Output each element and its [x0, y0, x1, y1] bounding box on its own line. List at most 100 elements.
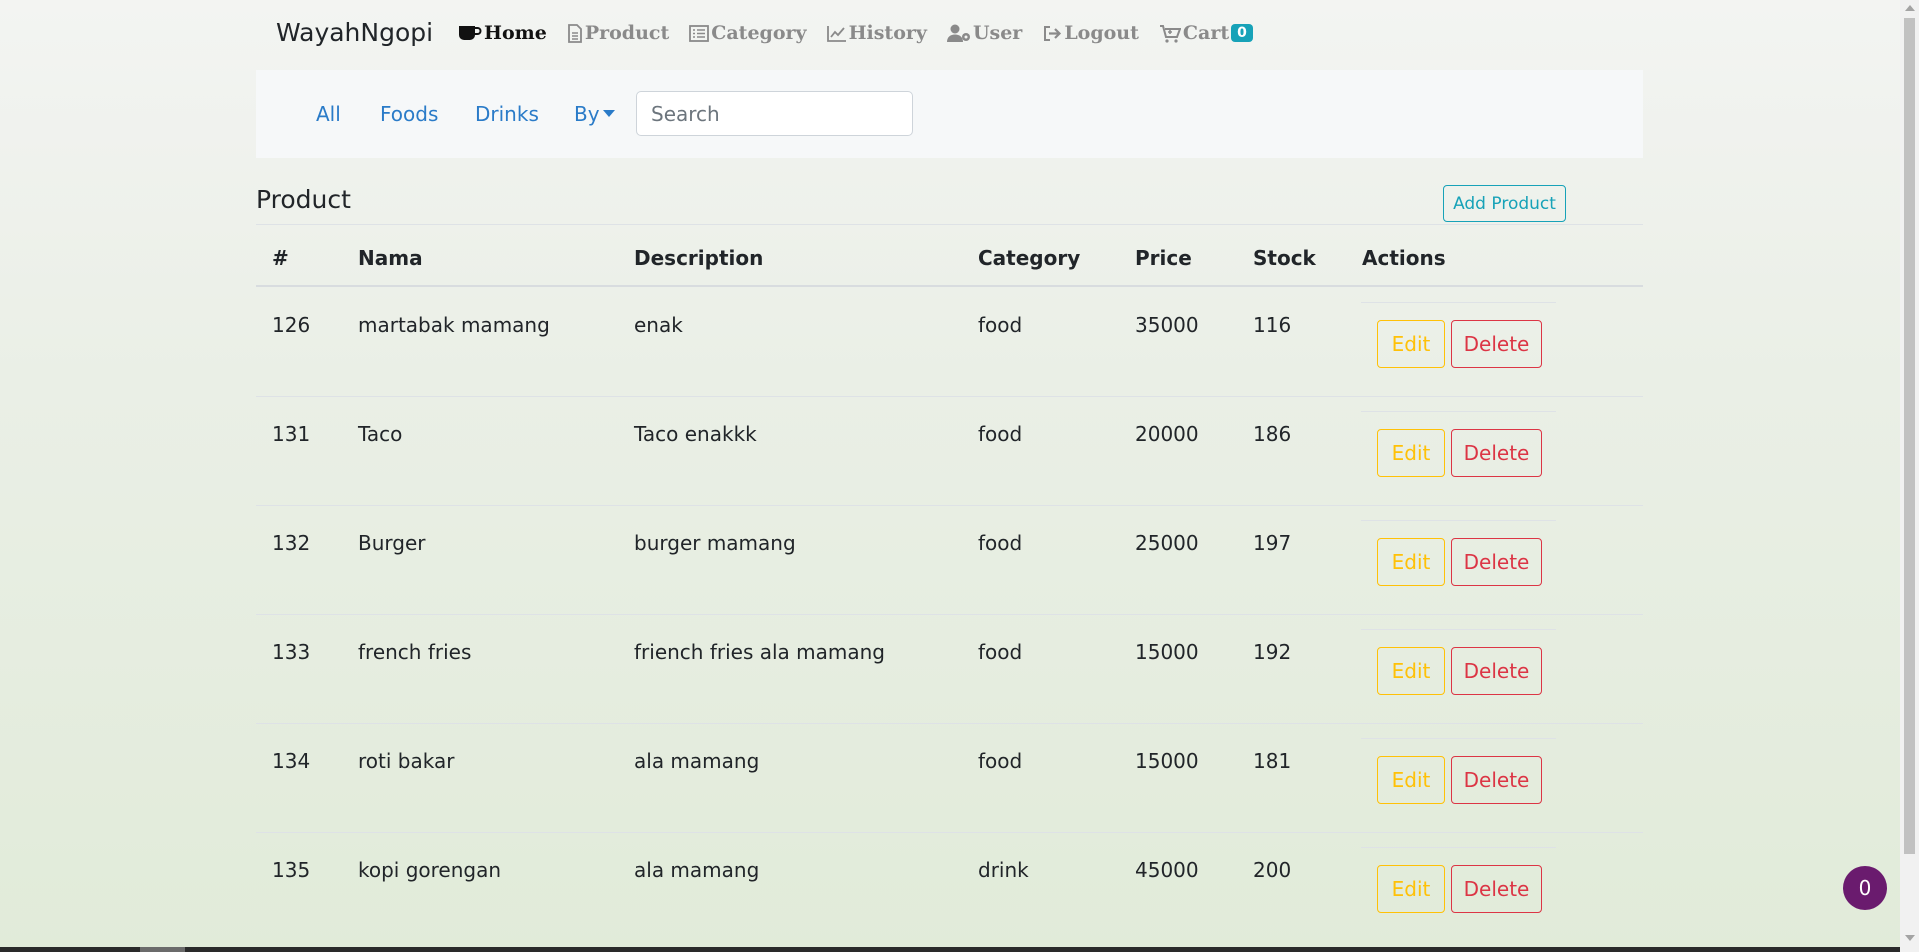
nav-history-label: History — [848, 22, 927, 44]
cell-price: 25000 — [1135, 531, 1199, 555]
delete-button[interactable]: Delete — [1451, 865, 1542, 913]
cell-description: Taco enakkk — [634, 422, 757, 446]
cell-price: 15000 — [1135, 640, 1199, 664]
header-actions: Actions — [1362, 246, 1446, 270]
cell-nama: Taco — [358, 422, 403, 446]
table-row: 131 Taco Taco enakkk food 20000 186 Edit… — [256, 396, 1643, 505]
nav-history[interactable]: History — [826, 22, 927, 44]
delete-button[interactable]: Delete — [1451, 320, 1542, 368]
cell-id: 133 — [272, 640, 311, 664]
delete-button[interactable]: Delete — [1451, 756, 1542, 804]
cell-nama: martabak mamang — [358, 313, 550, 337]
header-stock: Stock — [1253, 246, 1316, 270]
vertical-scrollbar[interactable] — [1900, 0, 1919, 952]
filter-by-dropdown[interactable]: By — [574, 102, 615, 126]
cell-description: friench fries ala mamang — [634, 640, 886, 664]
header-description: Description — [634, 246, 764, 270]
line-chart-icon — [826, 25, 846, 42]
nav-category[interactable]: Category — [689, 22, 807, 44]
horizontal-scrollbar[interactable] — [0, 947, 1900, 952]
cell-nama: roti bakar — [358, 749, 455, 773]
nav-logout-label: Logout — [1064, 22, 1139, 44]
search-input[interactable] — [636, 91, 913, 136]
cell-description: ala mamang — [634, 749, 760, 773]
cell-nama: Burger — [358, 531, 426, 555]
brand-logo[interactable]: WayahNgopi — [276, 18, 433, 47]
scroll-down-arrow-icon[interactable] — [1905, 935, 1915, 941]
header-nama: Nama — [358, 246, 423, 270]
nav-cart-label: Cart — [1182, 22, 1230, 44]
cell-id: 134 — [272, 749, 311, 773]
document-icon — [567, 23, 582, 43]
table-top-border — [256, 224, 1643, 225]
edit-button[interactable]: Edit — [1377, 320, 1445, 368]
delete-button[interactable]: Delete — [1451, 647, 1542, 695]
nav-product-label: Product — [584, 22, 670, 44]
cart-count-badge: 0 — [1231, 24, 1253, 42]
cell-id: 135 — [272, 858, 311, 882]
header-id: # — [272, 246, 289, 270]
cell-stock: 197 — [1253, 531, 1292, 555]
actions-divider — [1361, 738, 1556, 739]
delete-button[interactable]: Delete — [1451, 538, 1542, 586]
nav-user[interactable]: User — [946, 22, 1022, 44]
cell-id: 126 — [272, 313, 311, 337]
table-row: 134 roti bakar ala mamang food 15000 181… — [256, 723, 1643, 832]
nav-home[interactable]: Home — [458, 22, 547, 44]
actions-divider — [1361, 302, 1556, 303]
edit-button[interactable]: Edit — [1377, 429, 1445, 477]
cell-description: ala mamang — [634, 858, 760, 882]
cell-category: drink — [978, 858, 1029, 882]
filter-all[interactable]: All — [316, 102, 341, 126]
filter-bar: All Foods Drinks By — [256, 70, 1643, 158]
nav-logout[interactable]: Logout — [1042, 22, 1139, 44]
horizontal-scrollbar-thumb[interactable] — [140, 947, 185, 952]
cart-icon — [1159, 24, 1181, 43]
filter-drinks[interactable]: Drinks — [475, 102, 539, 126]
caret-down-icon — [602, 110, 615, 117]
cell-id: 131 — [272, 422, 311, 446]
actions-divider — [1361, 520, 1556, 521]
logout-icon — [1044, 25, 1062, 41]
nav-category-label: Category — [711, 22, 807, 44]
scroll-up-arrow-icon[interactable] — [1905, 5, 1915, 11]
cell-category: food — [978, 531, 1023, 555]
filter-by-label: By — [574, 102, 600, 126]
edit-button[interactable]: Edit — [1377, 647, 1445, 695]
user-gear-icon — [946, 24, 970, 42]
cell-price: 35000 — [1135, 313, 1199, 337]
cell-price: 20000 — [1135, 422, 1199, 446]
actions-divider — [1361, 411, 1556, 412]
table-row: 135 kopi gorengan ala mamang drink 45000… — [256, 832, 1643, 941]
nav-home-label: Home — [484, 22, 547, 44]
nav-product[interactable]: Product — [567, 22, 669, 44]
header-category: Category — [978, 246, 1081, 270]
cell-description: enak — [634, 313, 683, 337]
cell-category: food — [978, 422, 1023, 446]
edit-button[interactable]: Edit — [1377, 756, 1445, 804]
cell-category: food — [978, 749, 1023, 773]
cell-stock: 181 — [1253, 749, 1292, 773]
edit-button[interactable]: Edit — [1377, 538, 1445, 586]
delete-button[interactable]: Delete — [1451, 429, 1542, 477]
page-title: Product — [256, 185, 351, 214]
list-icon — [689, 24, 710, 42]
filter-foods[interactable]: Foods — [380, 102, 438, 126]
floating-count-badge[interactable]: 0 — [1843, 866, 1887, 910]
cell-id: 132 — [272, 531, 311, 555]
header-price: Price — [1135, 246, 1192, 270]
add-product-button[interactable]: Add Product — [1443, 185, 1566, 222]
scrollbar-thumb[interactable] — [1904, 18, 1915, 854]
edit-button[interactable]: Edit — [1377, 865, 1445, 913]
cell-stock: 192 — [1253, 640, 1292, 664]
table-row: 126 martabak mamang enak food 35000 116 … — [256, 287, 1643, 396]
cell-nama: kopi gorengan — [358, 858, 502, 882]
table-row: 133 french fries friench fries ala maman… — [256, 614, 1643, 723]
top-navbar: WayahNgopi Home Product Category History… — [0, 0, 1900, 70]
main-nav: Home Product Category History User Logou… — [458, 22, 1273, 44]
cell-price: 45000 — [1135, 858, 1199, 882]
cell-description: burger mamang — [634, 531, 796, 555]
nav-cart[interactable]: Cart 0 — [1159, 22, 1253, 44]
cell-category: food — [978, 640, 1023, 664]
actions-divider — [1361, 629, 1556, 630]
